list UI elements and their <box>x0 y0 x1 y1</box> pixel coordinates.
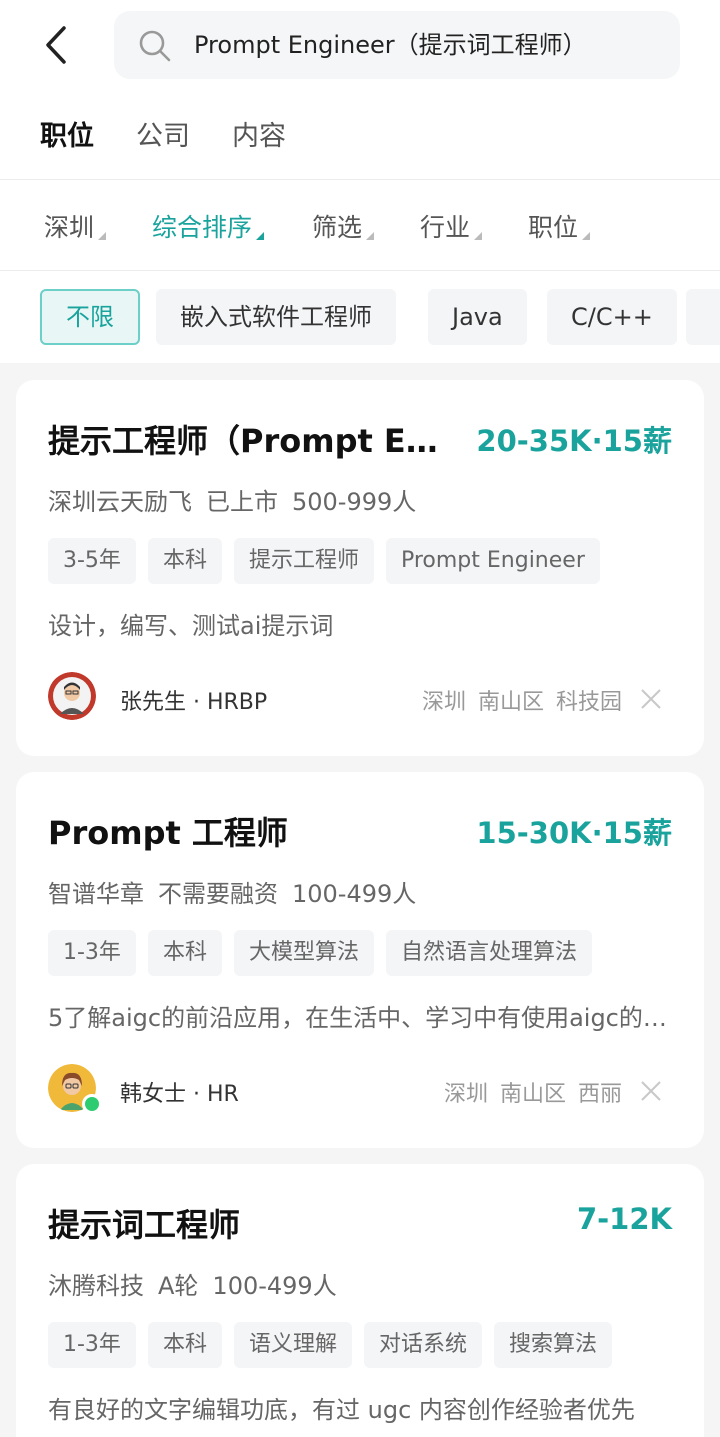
company-size: 100-499人 <box>292 880 417 908</box>
search-input[interactable]: Prompt Engineer（提示词工程师） <box>114 11 680 79</box>
job-card[interactable]: Prompt 工程师 15-30K·15薪 智谱华章 不需要融资 100-499人 … <box>16 772 704 1148</box>
company-name: 深圳云天励飞 <box>48 488 192 516</box>
recruiter-name: 韩女士 · HR <box>120 1082 239 1107</box>
job-tag: 3-5年 <box>48 538 136 584</box>
company-name: 智谱华章 <box>48 880 144 908</box>
job-tags: 3-5年 本科 提示工程师 Prompt Engineer <box>48 538 612 584</box>
header: Prompt Engineer（提示词工程师） <box>0 0 720 92</box>
company-stage: A轮 <box>158 1272 199 1300</box>
company-stage: 已上市 <box>206 488 278 516</box>
chip-java[interactable]: Java <box>428 289 527 345</box>
job-description: 设计，编写、测试ai提示词 <box>48 612 334 640</box>
chip-unlimited[interactable]: 不限 <box>40 289 140 345</box>
back-arrow-icon[interactable] <box>40 22 74 68</box>
chip-more[interactable] <box>686 289 720 345</box>
location-area: 科技园 <box>555 690 622 715</box>
filter-screen[interactable]: 筛选 <box>312 208 375 244</box>
company-info: 智谱华章 不需要融资 100-499人 <box>48 874 430 909</box>
filter-label: 综合排序 <box>152 213 253 242</box>
job-card[interactable]: 提示词工程师 7-12K 沐腾科技 A轮 100-499人 1-3年 本科 语义理解 对话… <box>16 1164 704 1437</box>
filter-label: 筛选 <box>312 213 363 242</box>
location-city: 深圳 <box>421 690 466 715</box>
dropdown-triangle-icon <box>474 232 483 240</box>
job-salary: 20-35K·15薪 <box>476 424 672 458</box>
job-title: 提示工程师（Prompt Engineer） <box>48 422 458 460</box>
close-icon[interactable] <box>640 688 662 710</box>
company-info: 沐腾科技 A轮 100-499人 <box>48 1266 351 1301</box>
company-size: 500-999人 <box>292 488 417 516</box>
keyword-chips: 不限 嵌入式软件工程师 Java C/C++ <box>0 271 720 363</box>
chip-cpp[interactable]: C/C++ <box>547 289 677 345</box>
job-tags: 1-3年 本科 大模型算法 自然语言处理算法 <box>48 930 604 976</box>
location-area: 西丽 <box>577 1082 622 1107</box>
filter-label: 深圳 <box>44 213 95 242</box>
category-tabs: 职位 公司 内容 <box>0 92 720 180</box>
filter-position[interactable]: 职位 <box>528 208 591 244</box>
online-status-dot <box>82 1094 102 1114</box>
job-location: 深圳 南山区 西丽 <box>432 1076 622 1108</box>
location-city: 深圳 <box>443 1082 488 1107</box>
job-tag: 1-3年 <box>48 930 136 976</box>
job-title: 提示词工程师 <box>48 1206 241 1244</box>
job-tags: 1-3年 本科 语义理解 对话系统 搜索算法 <box>48 1322 624 1368</box>
job-tag: 自然语言处理算法 <box>385 930 592 976</box>
company-name: 沐腾科技 <box>48 1272 144 1300</box>
location-district: 南山区 <box>499 1082 566 1107</box>
filter-label: 行业 <box>420 213 471 242</box>
job-tag: Prompt Engineer <box>385 538 600 584</box>
tab-content[interactable]: 内容 <box>232 114 286 153</box>
job-salary: 7-12K <box>576 1202 672 1236</box>
job-card[interactable]: 提示工程师（Prompt Engineer） 20-35K·15薪 深圳云天励飞… <box>16 380 704 756</box>
dropdown-triangle-icon <box>582 232 591 240</box>
search-query: Prompt Engineer（提示词工程师） <box>194 31 587 59</box>
company-info: 深圳云天励飞 已上市 500-999人 <box>48 482 430 517</box>
company-size: 100-499人 <box>212 1272 337 1300</box>
job-description: 5了解aigc的前沿应用，在生活中、学习中有使用aigc的经验 <box>48 1004 678 1032</box>
dropdown-triangle-icon <box>366 232 375 240</box>
filter-label: 职位 <box>528 213 579 242</box>
tab-companies[interactable]: 公司 <box>136 114 190 153</box>
search-icon <box>139 30 171 62</box>
job-location: 深圳 南山区 科技园 <box>410 684 622 716</box>
job-salary: 15-30K·15薪 <box>476 816 672 850</box>
job-tag: 大模型算法 <box>233 930 374 976</box>
job-tag: 本科 <box>147 538 222 584</box>
dropdown-triangle-icon <box>98 232 107 240</box>
job-tag: 本科 <box>147 1322 222 1368</box>
job-tag: 对话系统 <box>363 1322 482 1368</box>
recruiter-name: 张先生 · HRBP <box>120 690 268 715</box>
chip-embedded[interactable]: 嵌入式软件工程师 <box>156 289 396 345</box>
filter-bar: 深圳 综合排序 筛选 行业 职位 <box>0 180 720 271</box>
location-district: 南山区 <box>477 690 544 715</box>
job-tag: 提示工程师 <box>233 538 374 584</box>
job-tag: 搜索算法 <box>493 1322 612 1368</box>
job-title: Prompt 工程师 <box>48 814 288 852</box>
job-tag: 1-3年 <box>48 1322 136 1368</box>
job-description: 有良好的文字编辑功底，有过 ugc 内容创作经验者优先 <box>48 1396 635 1424</box>
top-area: Prompt Engineer（提示词工程师） 职位 公司 内容 深圳 综合排序… <box>0 0 720 363</box>
tab-jobs[interactable]: 职位 <box>40 114 94 153</box>
filter-city[interactable]: 深圳 <box>44 208 107 244</box>
recruiter-avatar <box>48 672 96 720</box>
close-icon[interactable] <box>640 1080 662 1102</box>
job-tag: 语义理解 <box>233 1322 352 1368</box>
company-stage: 不需要融资 <box>158 880 278 908</box>
filter-industry[interactable]: 行业 <box>420 208 483 244</box>
job-tag: 本科 <box>147 930 222 976</box>
filter-sort[interactable]: 综合排序 <box>152 208 265 244</box>
dropdown-triangle-icon <box>256 232 265 240</box>
